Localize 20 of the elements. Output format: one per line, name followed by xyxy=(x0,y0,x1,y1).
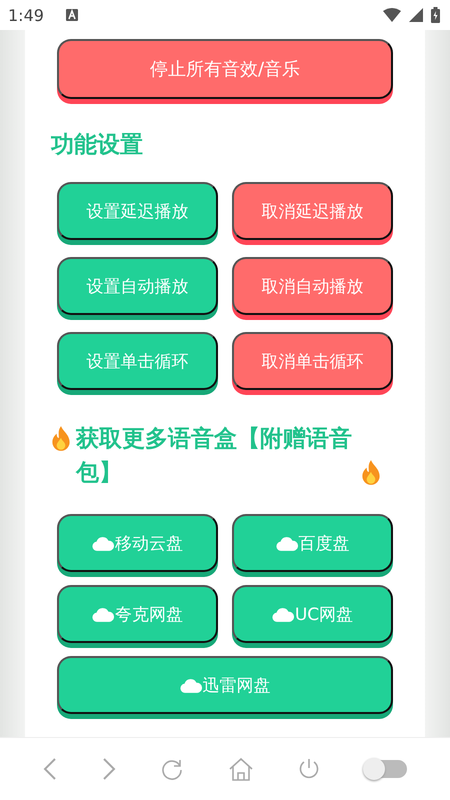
status-time: 1:49 xyxy=(8,6,44,24)
section-title: 获取更多语音盒【附赠语音包】 xyxy=(76,425,353,488)
cloud-icon xyxy=(276,536,298,550)
refresh-icon[interactable] xyxy=(161,758,184,780)
cloud-icon xyxy=(272,606,294,622)
fire-icon xyxy=(360,459,382,487)
section-title: 功能设置 xyxy=(51,131,144,160)
toggle-switch[interactable] xyxy=(365,760,408,778)
keyboard-a-icon xyxy=(66,9,78,21)
battery-icon xyxy=(431,7,440,23)
fire-icon xyxy=(50,425,72,453)
cloud-icon xyxy=(92,606,114,622)
cloud-icon xyxy=(92,536,114,550)
wifi-icon xyxy=(383,8,401,22)
signal-icon xyxy=(409,8,423,22)
back-icon[interactable] xyxy=(42,758,57,780)
power-icon[interactable] xyxy=(298,758,320,780)
forward-icon[interactable] xyxy=(102,758,116,780)
home-icon[interactable] xyxy=(228,757,253,781)
cloud-icon xyxy=(180,678,202,692)
